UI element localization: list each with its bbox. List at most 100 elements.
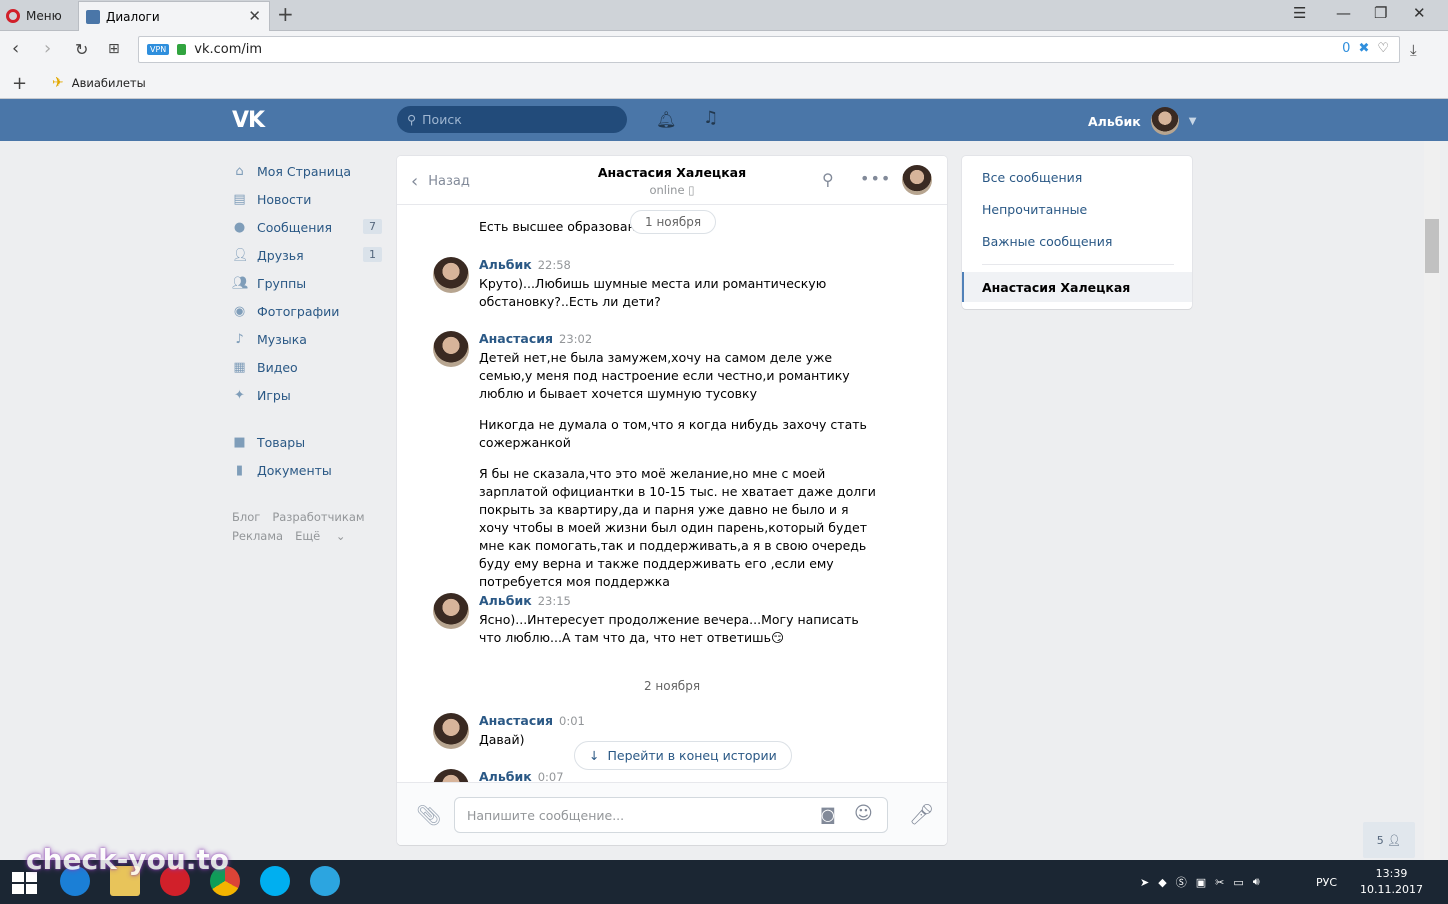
online-friends-counter[interactable]: 5 👤︎ <box>1363 822 1415 858</box>
menu-item-photos[interactable]: ◉ Фотографии <box>232 297 382 325</box>
scroll-to-end-button[interactable]: ↓ Перейти в конец истории <box>574 741 792 770</box>
tools-tray-icon[interactable]: ✂ <box>1215 876 1224 889</box>
filter-unread[interactable]: Непрочитанные <box>982 202 1087 217</box>
opera-menu-button[interactable]: Меню <box>6 5 62 27</box>
music-player-icon[interactable]: ♫ <box>703 108 718 128</box>
back-icon[interactable]: ‹ <box>12 38 19 59</box>
telegram-icon[interactable] <box>310 866 340 896</box>
lock-icon[interactable] <box>177 44 187 55</box>
avatar[interactable] <box>433 331 469 367</box>
author-name[interactable]: Альбик <box>479 593 532 608</box>
menu-item-music[interactable]: ♪ Музыка <box>232 325 382 353</box>
smile-icon[interactable]: ☺ <box>854 803 873 824</box>
adblock-icon[interactable]: ✖ <box>1358 41 1369 56</box>
restore-icon[interactable]: ❐ <box>1374 4 1387 22</box>
avatar[interactable] <box>902 165 932 195</box>
camera-icon[interactable]: ◙ <box>820 805 836 824</box>
filter-all-messages[interactable]: Все сообщения <box>982 170 1082 185</box>
new-tab-button[interactable]: + <box>277 2 294 26</box>
vk-logo[interactable]: VK <box>232 108 265 133</box>
footer-link-more[interactable]: Ещё ⌄ <box>295 529 357 543</box>
menu-item-video[interactable]: ▦ Видео <box>232 353 382 381</box>
paperclip-icon[interactable]: 📎︎ <box>416 803 441 827</box>
active-dialog-item[interactable]: Анастасия Халецкая <box>962 272 1192 302</box>
menu-item-label: Музыка <box>257 331 307 347</box>
menu-item-documents[interactable]: ▮ Документы <box>232 456 382 484</box>
message-author[interactable]: Анастасия 0:01 <box>479 713 585 728</box>
author-name[interactable]: Альбик <box>479 257 532 272</box>
tab-menu-icon[interactable]: ☰ <box>1293 4 1306 22</box>
minimize-icon[interactable]: — <box>1336 4 1351 22</box>
footer-links: Блог Разработчикам Реклама Ещё ⌄ <box>232 508 382 546</box>
message-time[interactable]: 0:07 <box>538 770 564 782</box>
avatar[interactable] <box>433 713 469 749</box>
search-icon: ⚲ <box>407 112 417 127</box>
network-tray-icon[interactable]: ▣ <box>1196 876 1206 889</box>
footer-link-ads[interactable]: Реклама <box>232 529 283 543</box>
skype-icon[interactable] <box>260 866 290 896</box>
menu-item-my-page[interactable]: ⌂ Моя Страница <box>232 157 382 185</box>
skype-tray-icon[interactable]: Ⓢ <box>1176 874 1187 890</box>
language-indicator[interactable]: РУС <box>1316 876 1337 889</box>
volume-icon[interactable]: 🔊︎ <box>1253 875 1260 889</box>
message-time[interactable]: 23:15 <box>538 594 571 608</box>
more-icon[interactable]: ••• <box>860 169 891 188</box>
scrollbar-thumb[interactable] <box>1425 219 1439 273</box>
message-author[interactable]: Альбик 0:07 <box>479 769 564 782</box>
menu-item-label: Игры <box>257 387 291 403</box>
bookmark-item[interactable]: ✈ Авиабилеты <box>52 75 146 91</box>
author-name[interactable]: Анастасия <box>479 713 553 728</box>
message-time[interactable]: 23:02 <box>559 332 592 346</box>
speed-dial-icon[interactable]: ⊞ <box>108 41 120 57</box>
footer-link-blog[interactable]: Блог <box>232 510 260 524</box>
avatar[interactable] <box>433 593 469 629</box>
close-window-icon[interactable]: ✕ <box>1413 4 1426 22</box>
download-icon[interactable]: ⤓ <box>1410 41 1417 59</box>
menu-item-messages[interactable]: ● Сообщения 7 <box>232 213 382 241</box>
bell-icon[interactable]: 🔔︎ <box>656 110 676 129</box>
forward-icon[interactable]: › <box>44 38 51 59</box>
vpn-badge[interactable]: VPN <box>147 44 170 55</box>
message-text: Детей нет,не была замужем,хочу на самом … <box>479 350 850 401</box>
message-time[interactable]: 22:58 <box>538 258 571 272</box>
bag-icon: ■ <box>233 434 246 450</box>
watermark: check-you.to <box>26 843 230 876</box>
message-author[interactable]: Альбик 22:58 <box>479 257 571 272</box>
search-icon[interactable]: ⚲ <box>822 170 834 189</box>
author-name[interactable]: Альбик <box>479 769 532 782</box>
menu-item-news[interactable]: ▤ Новости <box>232 185 382 213</box>
footer-link-developers[interactable]: Разработчикам <box>272 510 364 524</box>
message-author[interactable]: Анастасия 23:02 <box>479 331 592 346</box>
app-tray-icon[interactable]: ◆ <box>1158 876 1166 889</box>
reload-icon[interactable]: ↻ <box>75 40 88 59</box>
adblock-count[interactable]: 0 <box>1342 41 1350 56</box>
heart-icon[interactable]: ♡ <box>1377 41 1389 56</box>
message-author[interactable]: Альбик 23:15 <box>479 593 571 608</box>
friends-icon: 👤︎ <box>232 247 249 263</box>
microphone-icon[interactable]: 🎤︎ <box>909 802 934 826</box>
author-name[interactable]: Анастасия <box>479 331 553 346</box>
user-menu[interactable]: Альбик ▼ <box>1088 107 1196 135</box>
menu-item-groups[interactable]: 👥︎ Группы <box>232 269 382 297</box>
menu-item-goods[interactable]: ■ Товары <box>232 428 382 456</box>
filter-important[interactable]: Важные сообщения <box>982 234 1112 249</box>
address-bar[interactable]: VPN vk.com/im 0 ✖ ♡ <box>138 36 1400 63</box>
menu-item-label: Товары <box>257 434 306 450</box>
vk-header: VK ⚲ Поиск 🔔︎ ♫ Альбик ▼ <box>0 99 1448 141</box>
telegram-tray-icon[interactable]: ➤ <box>1140 876 1149 889</box>
menu-item-friends[interactable]: 👤︎ Друзья 1 <box>232 241 382 269</box>
browser-tab[interactable]: Диалоги ✕ <box>78 1 270 31</box>
monitor-tray-icon[interactable]: ▭ <box>1233 876 1243 889</box>
menu-item-games[interactable]: ✦ Игры <box>232 381 382 409</box>
friends-count-badge: 1 <box>363 247 382 262</box>
avatar[interactable] <box>433 257 469 293</box>
avatar[interactable] <box>433 769 469 782</box>
add-bookmark-icon[interactable]: + <box>12 73 27 94</box>
url-text[interactable]: vk.com/im <box>194 42 262 57</box>
system-clock[interactable]: 13:39 10.11.2017 <box>1360 866 1423 898</box>
search-input[interactable]: ⚲ Поиск <box>397 106 627 133</box>
close-tab-icon[interactable]: ✕ <box>248 7 261 25</box>
message-history[interactable]: Есть высшее образовани 1 ноября Альбик 22… <box>397 205 947 782</box>
message-time[interactable]: 0:01 <box>559 714 585 728</box>
bookmark-label: Авиабилеты <box>71 76 146 90</box>
